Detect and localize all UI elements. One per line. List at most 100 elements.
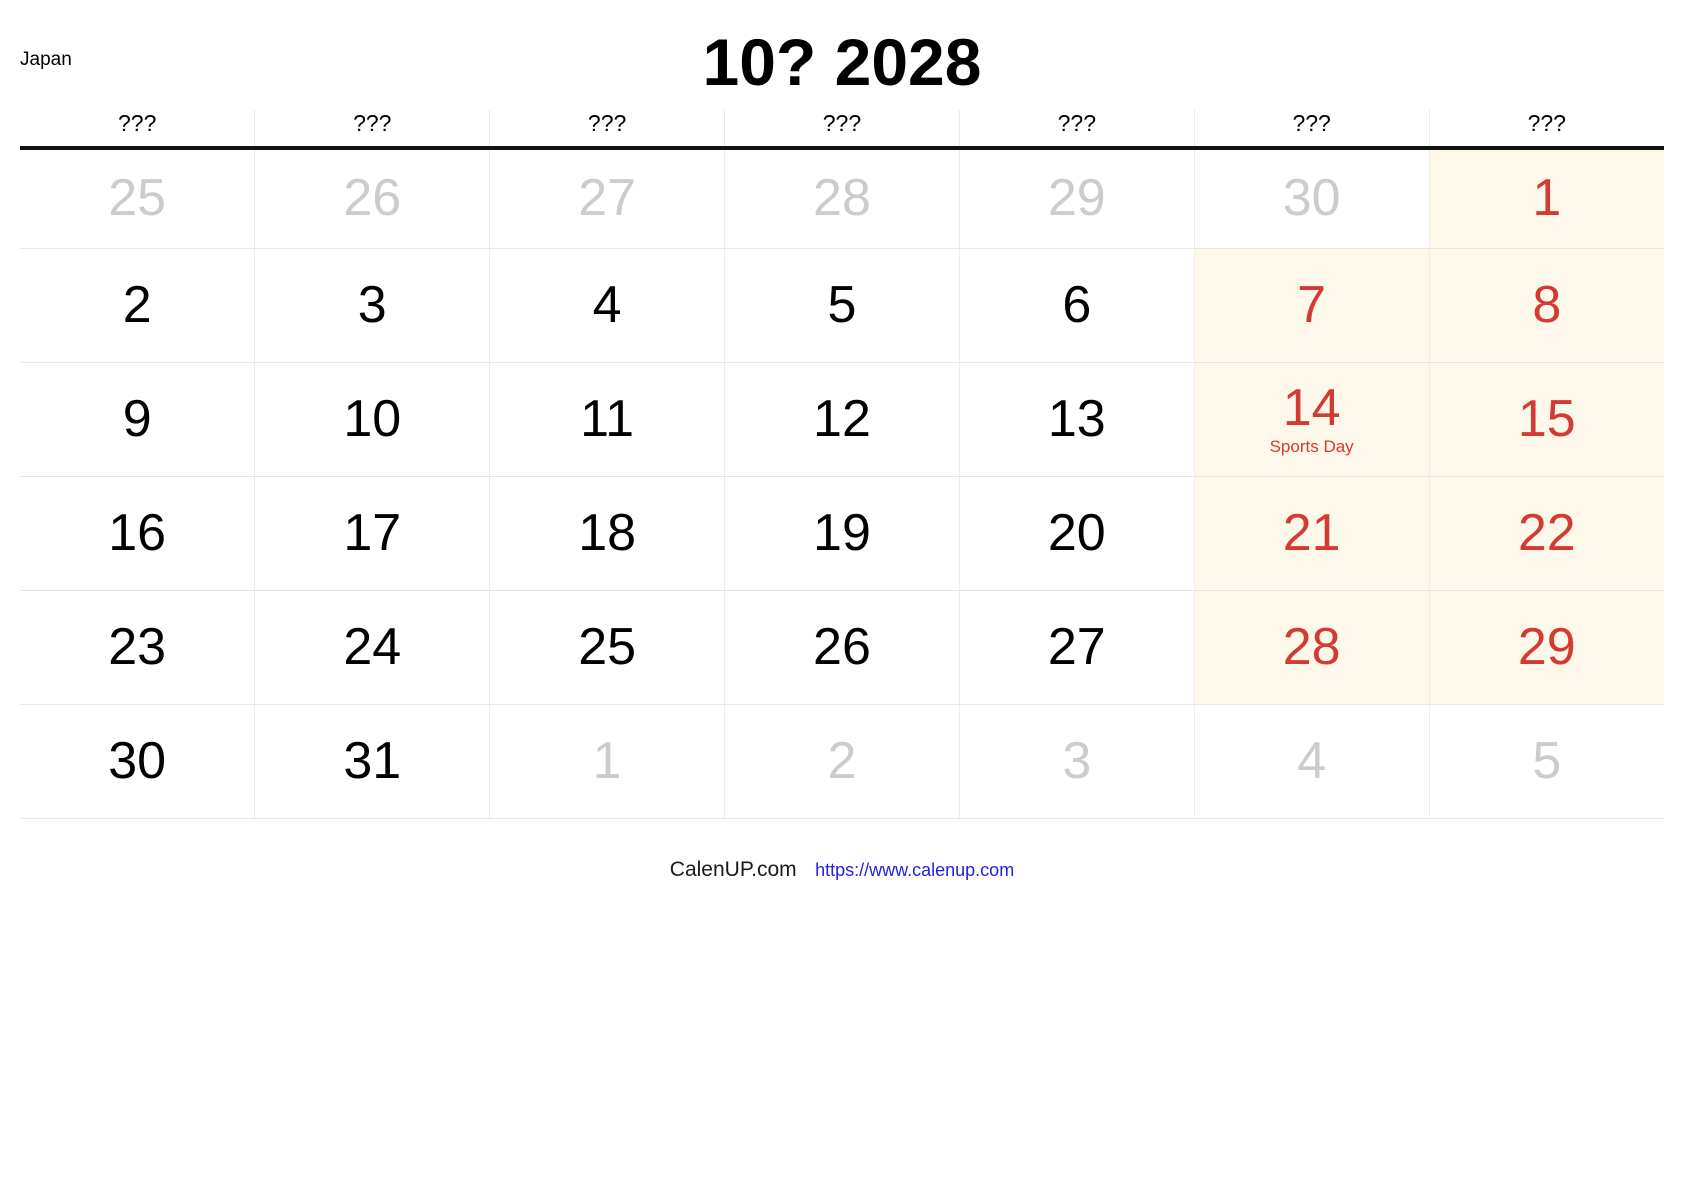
day-number: 27 xyxy=(1047,617,1106,676)
day-number: 31 xyxy=(343,731,402,790)
day-number: 2 xyxy=(827,731,857,790)
day-cell[interactable]: 1 xyxy=(489,704,726,819)
footer-brand: CalenUP.com xyxy=(669,858,797,881)
page-title: 10? 2028 xyxy=(702,25,982,99)
day-number: 6 xyxy=(1062,275,1092,334)
calendar-page: Japan 10? 2028 ????????????????????? 25 2… xyxy=(0,0,1684,1191)
day-cell[interactable]: 30 xyxy=(20,704,256,819)
day-cell[interactable]: 4 xyxy=(489,248,726,363)
day-number: 11 xyxy=(580,389,635,448)
day-cell[interactable]: 25 xyxy=(489,590,726,705)
calendar-week-row: 9 10 11 12 13 14 Sports Day 15 xyxy=(20,362,1664,477)
calendar-body: 25 26 27 28 29 30 1 2 3 4 5 6 7 8 9 10 11 12 13 14 Sports Da… xyxy=(20,148,1664,819)
day-cell[interactable]: 4 xyxy=(1194,704,1430,819)
day-cell[interactable]: 27 xyxy=(489,148,726,249)
day-cell[interactable]: 10 xyxy=(254,362,491,477)
day-cell[interactable]: 1 xyxy=(1429,148,1664,249)
day-number: 14 xyxy=(1282,379,1341,438)
calendar-week-row: 30 31 1 2 3 4 5 xyxy=(20,704,1664,819)
day-number: 1 xyxy=(1532,169,1562,228)
weekday-header-5: ??? xyxy=(1194,110,1430,150)
day-cell[interactable]: 16 xyxy=(20,476,256,591)
day-number: 5 xyxy=(827,275,857,334)
day-cell[interactable]: 13 xyxy=(959,362,1195,477)
day-cell[interactable]: 8 xyxy=(1429,248,1664,363)
day-number: 13 xyxy=(1047,389,1106,448)
day-number: 25 xyxy=(578,617,637,676)
holiday-label: Sports Day xyxy=(1269,436,1354,456)
day-cell[interactable]: 18 xyxy=(489,476,726,591)
footer-url-link[interactable]: https://www.calenup.com xyxy=(815,860,1014,880)
day-cell[interactable]: 17 xyxy=(254,476,491,591)
day-number: 24 xyxy=(343,617,402,676)
day-number: 3 xyxy=(357,275,387,334)
day-number: 22 xyxy=(1517,503,1576,562)
day-cell[interactable]: 31 xyxy=(254,704,491,819)
day-number: 4 xyxy=(1297,731,1327,790)
day-number: 26 xyxy=(343,169,402,228)
day-cell[interactable]: 2 xyxy=(724,704,960,819)
weekday-header-6: ??? xyxy=(1429,110,1664,150)
calendar-week-row: 23 24 25 26 27 28 29 xyxy=(20,590,1664,705)
day-cell[interactable]: 24 xyxy=(254,590,491,705)
day-cell[interactable]: 2 xyxy=(20,248,256,363)
day-cell[interactable]: 9 xyxy=(20,362,256,477)
day-number: 16 xyxy=(108,503,167,562)
day-number: 3 xyxy=(1062,731,1092,790)
day-cell[interactable]: 28 xyxy=(724,148,960,249)
day-number: 12 xyxy=(813,389,871,448)
day-number: 23 xyxy=(108,617,167,676)
day-cell[interactable]: 19 xyxy=(724,476,960,591)
day-cell[interactable]: 21 xyxy=(1194,476,1430,591)
day-number: 5 xyxy=(1532,731,1562,790)
day-number: 29 xyxy=(1047,169,1106,228)
day-cell[interactable]: 3 xyxy=(959,704,1195,819)
day-cell[interactable]: 27 xyxy=(959,590,1195,705)
day-cell[interactable]: 20 xyxy=(959,476,1195,591)
day-cell[interactable]: 26 xyxy=(254,148,491,249)
day-cell[interactable]: 11 xyxy=(489,362,726,477)
day-cell[interactable]: 5 xyxy=(724,248,960,363)
calendar-grid: ????????????????????? 25 26 27 28 29 30 1 2 3 4 5 6… xyxy=(20,110,1664,819)
day-cell[interactable]: 25 xyxy=(20,148,256,249)
footer: CalenUP.com https://www.calenup.com xyxy=(0,858,1684,882)
day-number: 7 xyxy=(1297,275,1327,334)
day-cell[interactable]: 7 xyxy=(1194,248,1430,363)
day-cell[interactable]: 3 xyxy=(254,248,491,363)
day-number: 25 xyxy=(108,169,167,228)
day-number: 28 xyxy=(1282,617,1341,676)
day-number: 19 xyxy=(813,503,871,562)
calendar-week-row: 2 3 4 5 6 7 8 xyxy=(20,248,1664,363)
weekday-header-4: ??? xyxy=(959,110,1195,150)
day-number: 15 xyxy=(1517,389,1576,448)
day-number: 29 xyxy=(1517,617,1576,676)
day-cell[interactable]: 5 xyxy=(1429,704,1664,819)
day-number: 30 xyxy=(1282,169,1341,228)
weekday-header-3: ??? xyxy=(724,110,960,150)
day-cell[interactable]: 29 xyxy=(959,148,1195,249)
day-number: 9 xyxy=(122,389,152,448)
weekday-header-0: ??? xyxy=(20,110,256,150)
day-cell[interactable]: 22 xyxy=(1429,476,1664,591)
day-cell[interactable]: 23 xyxy=(20,590,256,705)
day-cell[interactable]: 6 xyxy=(959,248,1195,363)
day-cell[interactable]: 26 xyxy=(724,590,960,705)
day-number: 4 xyxy=(592,275,622,334)
day-cell[interactable]: 15 xyxy=(1429,362,1664,477)
day-number: 26 xyxy=(813,617,871,676)
day-number: 30 xyxy=(108,731,167,790)
calendar-week-row: 25 26 27 28 29 30 1 xyxy=(20,148,1664,249)
day-number: 8 xyxy=(1532,275,1562,334)
day-cell[interactable]: 28 xyxy=(1194,590,1430,705)
day-cell[interactable]: 12 xyxy=(724,362,960,477)
day-number: 28 xyxy=(813,169,871,228)
calendar-header: Japan 10? 2028 xyxy=(0,0,1684,110)
day-number: 17 xyxy=(343,503,402,562)
weekday-header-1: ??? xyxy=(254,110,491,150)
day-cell[interactable]: 14 Sports Day xyxy=(1194,362,1430,477)
day-number: 10 xyxy=(343,389,402,448)
calendar-week-row: 16 17 18 19 20 21 22 xyxy=(20,476,1664,591)
day-cell[interactable]: 29 xyxy=(1429,590,1664,705)
day-cell[interactable]: 30 xyxy=(1194,148,1430,249)
weekday-header-row: ????????????????????? xyxy=(20,110,1664,150)
